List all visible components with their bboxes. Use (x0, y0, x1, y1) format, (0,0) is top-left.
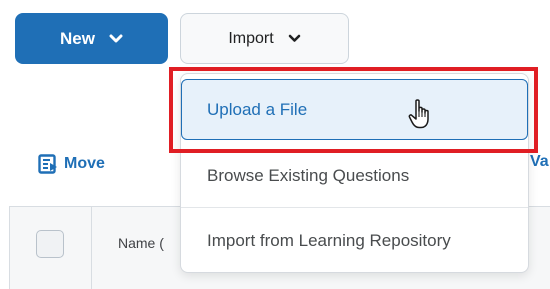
new-button-label: New (60, 28, 95, 48)
import-button-label: Import (228, 29, 274, 47)
import-button[interactable]: Import (180, 13, 349, 64)
move-button[interactable]: Move (38, 152, 105, 176)
chevron-down-icon (288, 34, 300, 42)
table-column-divider (91, 206, 92, 289)
move-button-label: Move (64, 155, 105, 172)
move-icon (38, 154, 57, 174)
hand-pointer-icon (408, 99, 429, 129)
menu-item-label: Browse Existing Questions (207, 165, 410, 185)
name-column-header[interactable]: Name ( (118, 235, 164, 251)
highlight-annotation (169, 67, 538, 153)
menu-item-label: Import from Learning Repository (207, 231, 451, 250)
partial-action-button[interactable]: Va (530, 153, 549, 171)
new-button[interactable]: New (15, 13, 168, 64)
menu-item-import-learning-repository[interactable]: Import from Learning Repository (181, 209, 528, 273)
menu-item-browse-questions[interactable]: Browse Existing Questions (181, 144, 528, 208)
chevron-down-icon (109, 34, 123, 42)
select-all-checkbox[interactable] (36, 230, 64, 258)
